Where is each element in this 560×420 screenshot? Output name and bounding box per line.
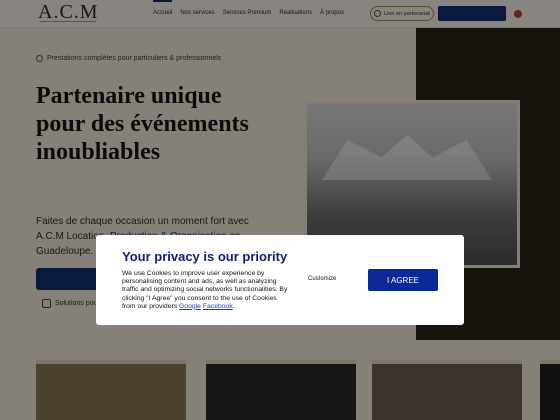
cookie-modal-body: We use Cookies to improve user experienc… bbox=[122, 270, 292, 311]
agree-button[interactable]: I AGREE bbox=[368, 269, 438, 291]
customize-button[interactable]: Customize bbox=[308, 276, 336, 282]
facebook-link[interactable]: Facebook bbox=[203, 303, 233, 310]
cookie-consent-modal: Your privacy is our priority We use Cook… bbox=[96, 235, 464, 325]
body-trail: . bbox=[232, 302, 235, 310]
modal-backdrop bbox=[0, 0, 560, 420]
google-link[interactable]: Google bbox=[179, 303, 201, 310]
cookie-modal-title: Your privacy is our priority bbox=[122, 249, 288, 264]
